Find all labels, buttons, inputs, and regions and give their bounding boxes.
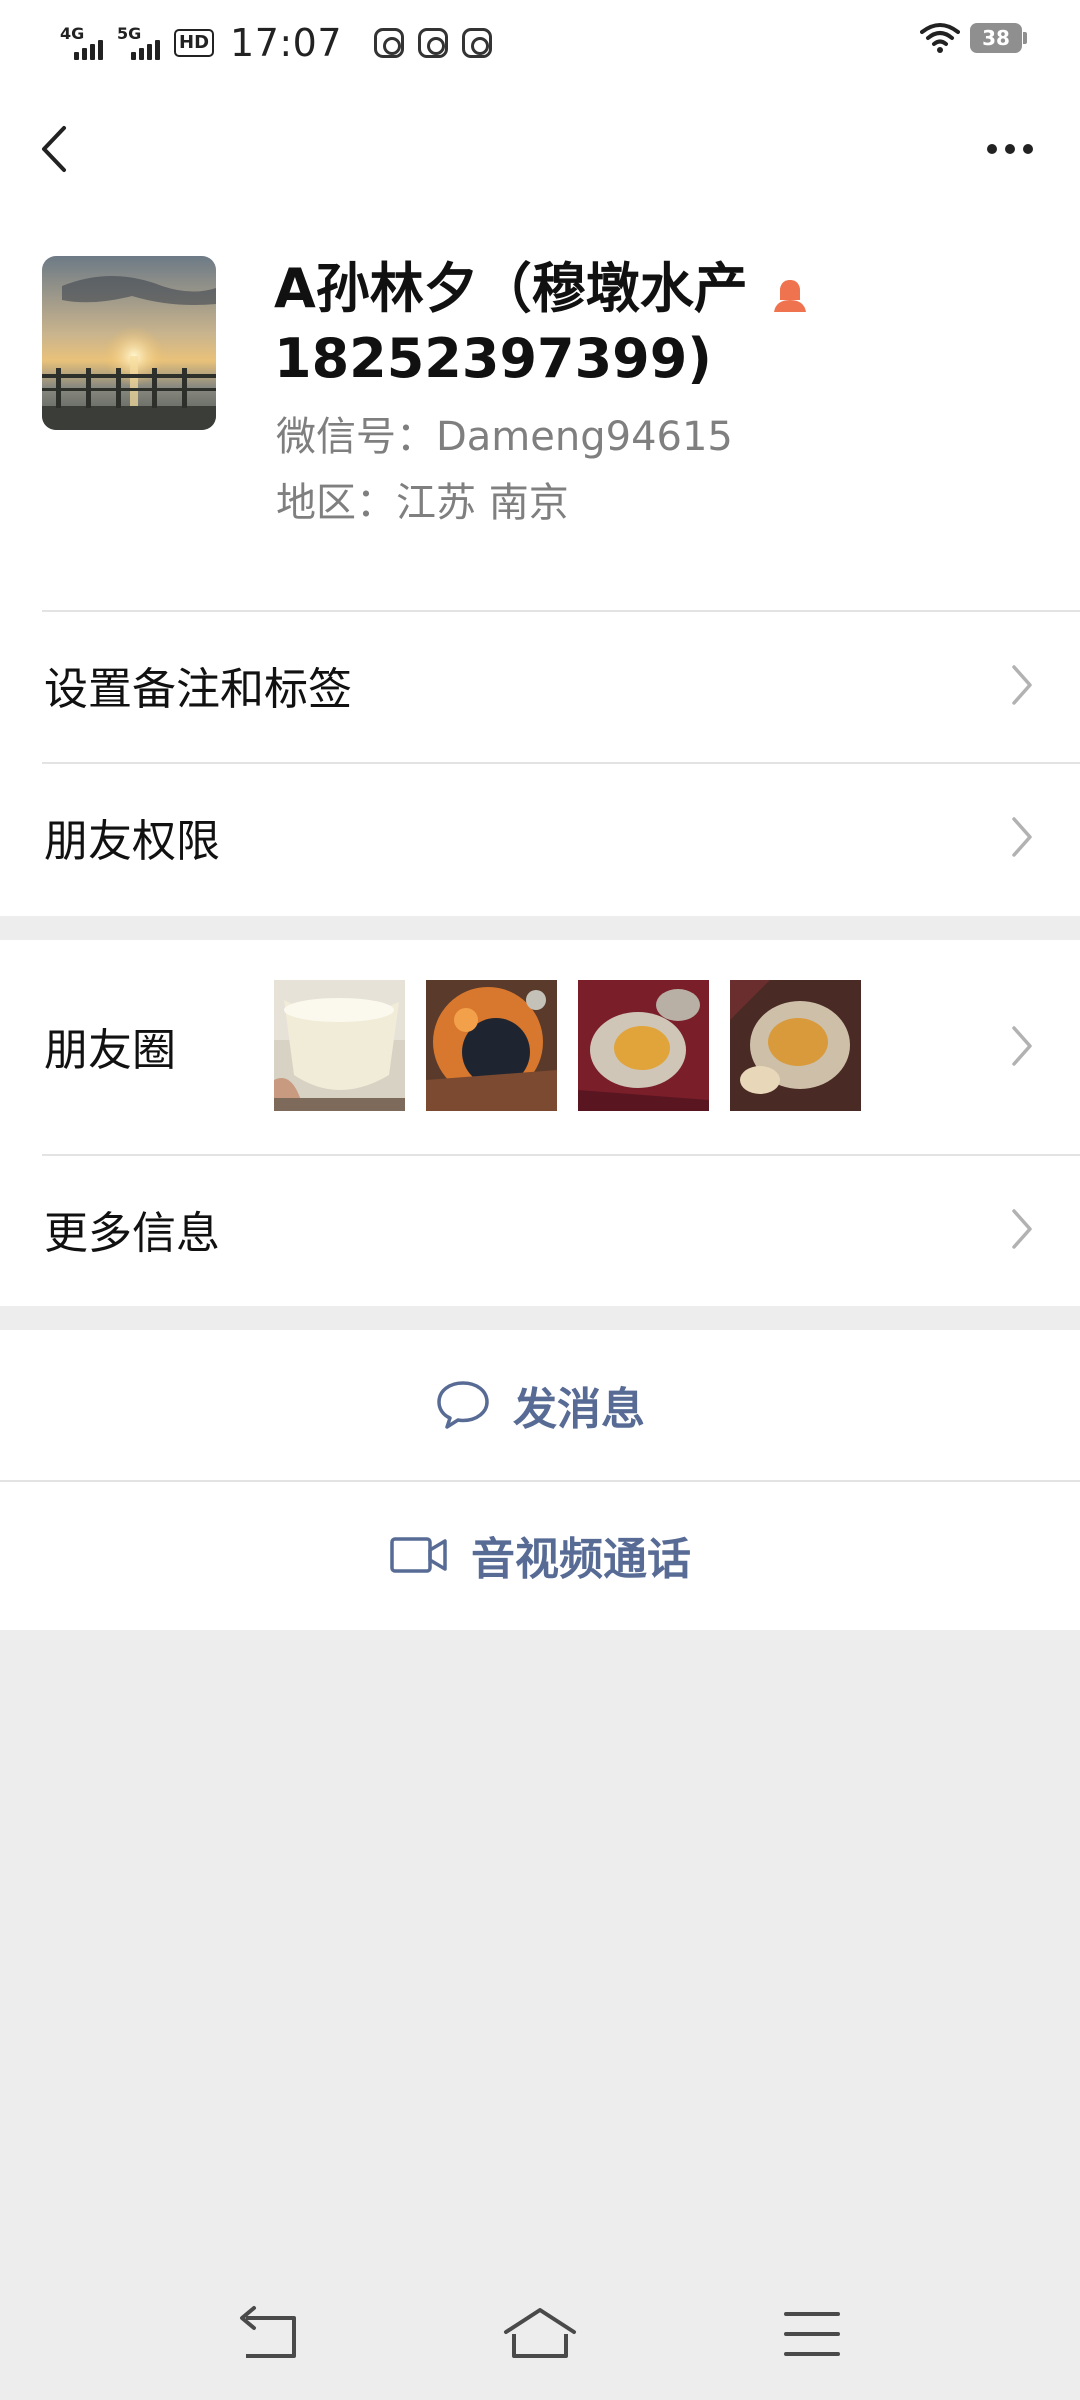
- scissors-icon: [374, 28, 405, 58]
- moment-photo: [730, 980, 861, 1111]
- top-navigation-bar: [0, 84, 1080, 214]
- status-bar: 4G 5G HD 17:07 38: [0, 0, 1080, 84]
- contact-name: A孙林夕（穆墩水产18252397399): [274, 257, 748, 390]
- chevron-left-icon: [42, 126, 66, 172]
- avatar[interactable]: [42, 256, 216, 430]
- remark-tags-row[interactable]: 设置备注和标签: [0, 610, 1080, 760]
- chevron-right-icon: [1012, 1209, 1032, 1249]
- moment-photo: [426, 980, 557, 1111]
- status-time: 17:07: [230, 21, 343, 65]
- hd-voice-icon: HD: [174, 29, 215, 57]
- moment-photo: [274, 980, 405, 1111]
- cellular-4g-signal-icon: 4G: [60, 24, 103, 60]
- system-menu-button[interactable]: [772, 2300, 852, 2370]
- menu-icon: [784, 2312, 840, 2356]
- wifi-icon: [920, 23, 960, 53]
- contact-profile-screen: 4G 5G HD 17:07 38 A孙林夕（穆墩水产18252397399) …: [0, 0, 1080, 2400]
- cellular-5g-signal-icon: 5G: [117, 24, 160, 60]
- back-button[interactable]: [30, 114, 90, 184]
- friend-permissions-row[interactable]: 朋友权限: [0, 762, 1080, 912]
- send-message-button[interactable]: 发消息: [0, 1330, 1080, 1480]
- video-call-button[interactable]: 音视频通话: [0, 1480, 1080, 1630]
- region: 地区：江苏 南京: [276, 480, 569, 526]
- chat-bubble-icon: [437, 1381, 489, 1429]
- back-arrow-icon: [240, 2306, 296, 2358]
- video-camera-icon: [390, 1537, 447, 1573]
- home-icon: [504, 2308, 576, 2358]
- more-info-row[interactable]: 更多信息: [0, 1154, 1080, 1304]
- link-icon: [462, 28, 493, 58]
- more-options-button[interactable]: [970, 124, 1050, 174]
- system-home-button[interactable]: [500, 2300, 580, 2370]
- more-dots-icon: [987, 144, 997, 154]
- chevron-right-icon: [1012, 1026, 1032, 1066]
- moments-row[interactable]: 朋友圈: [0, 940, 1080, 1152]
- chevron-right-icon: [1012, 817, 1032, 857]
- hand-icon: [418, 28, 449, 58]
- system-back-button[interactable]: [228, 2300, 308, 2370]
- chevron-right-icon: [1012, 665, 1032, 705]
- profile-header: A孙林夕（穆墩水产18252397399) 微信号：Dameng94615 地区…: [0, 214, 1080, 610]
- moments-section: 朋友圈 更多信息: [0, 940, 1080, 1306]
- actions-section: 发消息 音视频通话: [0, 1330, 1080, 1630]
- moments-thumbnails: [274, 980, 861, 1111]
- wechat-id: 微信号：Dameng94615: [276, 414, 733, 460]
- battery-indicator: 38: [970, 23, 1027, 53]
- female-user-icon: [774, 280, 806, 312]
- moment-photo: [578, 980, 709, 1111]
- settings-section: 设置备注和标签 朋友权限: [0, 610, 1080, 916]
- system-navigation-bar: [0, 2280, 1080, 2400]
